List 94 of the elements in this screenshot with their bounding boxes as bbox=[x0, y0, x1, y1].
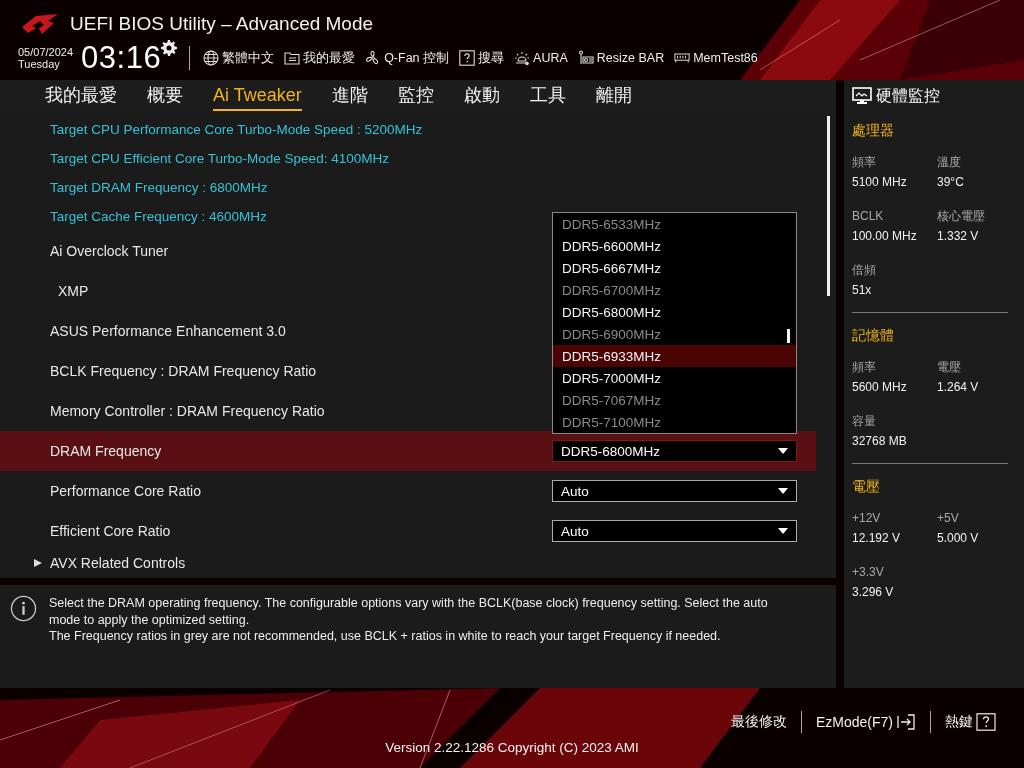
menu-tab[interactable]: 啟動 bbox=[463, 81, 500, 111]
menu-tab[interactable]: 進階 bbox=[331, 81, 368, 111]
stat-label: +3.3V bbox=[852, 564, 885, 580]
footer-button[interactable]: EzMode(F7) bbox=[801, 713, 930, 731]
caret-icon bbox=[778, 528, 788, 534]
scrollbar-thumb[interactable] bbox=[787, 329, 790, 343]
help-icon bbox=[976, 713, 996, 731]
stat-label: 電壓 bbox=[937, 359, 962, 375]
setting-label: Memory Controller : DRAM Frequency Ratio bbox=[50, 403, 326, 419]
panel-title: 硬體監控 bbox=[876, 85, 940, 106]
date-text: 05/07/2024 bbox=[18, 46, 74, 58]
toolbar-button[interactable]: 繁體中文 bbox=[198, 49, 280, 67]
select-field[interactable]: DDR5-6800MHz bbox=[552, 440, 797, 462]
stat-label: 容量 bbox=[852, 413, 877, 429]
select-field[interactable]: Auto bbox=[552, 520, 797, 542]
stat-label: 頻率 bbox=[852, 154, 877, 170]
stat-value: 5100 MHz bbox=[852, 174, 908, 190]
stat-value: 51x bbox=[852, 282, 873, 298]
setting-label: DRAM Frequency bbox=[50, 443, 163, 459]
globe-icon bbox=[203, 50, 220, 66]
weekday-text: Tuesday bbox=[18, 58, 61, 70]
version-text: Version 2.22.1286 Copyright (C) 2023 AMI bbox=[385, 740, 639, 755]
expand-icon bbox=[34, 559, 42, 567]
selected-row[interactable]: DRAM Frequency DDR5-6800MHz bbox=[0, 431, 816, 471]
select-field[interactable]: Auto bbox=[552, 480, 797, 502]
info-text: Target DRAM Frequency : 6800MHz bbox=[50, 180, 269, 195]
stat-value: 3.296 V bbox=[852, 584, 895, 600]
setting-label: BCLK Frequency : DRAM Frequency Ratio bbox=[50, 363, 318, 379]
menu-tab[interactable]: 離開 bbox=[595, 81, 632, 111]
dropdown-option[interactable]: DDR5-6933MHz bbox=[553, 345, 796, 367]
menu-tab[interactable]: 我的最愛 bbox=[45, 81, 117, 111]
stat-value: 39°C bbox=[937, 174, 965, 190]
stat-value: 12.192 V bbox=[852, 530, 902, 546]
stat-label: +12V bbox=[852, 510, 882, 526]
toolbar-button[interactable]: Resize BAR bbox=[572, 50, 670, 66]
dropdown-option[interactable]: DDR5-6800MHz bbox=[553, 301, 796, 323]
menu-tab[interactable]: 概要 bbox=[147, 81, 183, 111]
stat-value: 1.264 V bbox=[937, 379, 980, 395]
card-icon bbox=[577, 50, 594, 66]
monitor-icon bbox=[852, 87, 872, 105]
dropdown-option[interactable]: DDR5-6667MHz bbox=[553, 257, 796, 279]
setting-label: ASUS Performance Enhancement 3.0 bbox=[50, 323, 287, 339]
menu-tab[interactable]: 監控 bbox=[397, 81, 434, 111]
setting-label: XMP bbox=[57, 283, 90, 299]
setting-label: Performance Core Ratio bbox=[50, 483, 202, 499]
stat-value: 1.332 V bbox=[937, 228, 980, 244]
dropdown-option[interactable]: DDR5-7100MHz bbox=[553, 411, 796, 433]
stat-label: 頻率 bbox=[852, 359, 877, 375]
toolbar-button[interactable]: AURA bbox=[509, 50, 573, 66]
toolbar-button[interactable]: Q-Fan 控制 bbox=[360, 49, 455, 67]
info-icon bbox=[10, 595, 37, 622]
stat-label: 核心電壓 bbox=[937, 208, 986, 224]
stat-label: 倍頻 bbox=[852, 262, 877, 278]
dropdown-option[interactable]: DDR5-7000MHz bbox=[553, 367, 796, 389]
stat-label: BCLK bbox=[852, 208, 885, 224]
footer-button[interactable]: 熱鍵 bbox=[931, 713, 1010, 731]
settings-icon[interactable] bbox=[161, 40, 178, 56]
lamp-icon bbox=[514, 50, 531, 66]
exit-icon bbox=[896, 713, 916, 731]
info-text: Target Cache Frequency : 4600MHz bbox=[50, 209, 268, 224]
stat-label: +5V bbox=[937, 510, 960, 526]
toolbar-button[interactable]: MemTest86 bbox=[669, 50, 763, 66]
dropdown-option[interactable]: DDR5-6900MHz bbox=[553, 323, 796, 345]
dropdown-option[interactable]: DDR5-6700MHz bbox=[553, 279, 796, 301]
stat-value: 32768 MB bbox=[852, 433, 908, 449]
setting-label: Efficient Core Ratio bbox=[50, 523, 172, 539]
logo-icon bbox=[20, 13, 60, 35]
help-text: Select the DRAM operating frequency. The configurable options vary with the BCLK(base clock) frequency setting. Select the auto mode to apply the optimized setting. bbox=[49, 595, 769, 628]
footer-button[interactable]: 最後修改 bbox=[716, 713, 801, 731]
section-title: 記憶體 bbox=[852, 327, 895, 345]
dropdown-option[interactable]: DDR5-6533MHz bbox=[553, 213, 796, 235]
help-text: The Frequency ratios in grey are not recommended, use BCLK + ratios in white to reach your target Frequency if needed. bbox=[49, 628, 722, 645]
stat-value: 5600 MHz bbox=[852, 379, 908, 395]
clock-time: 03:16 bbox=[81, 40, 162, 76]
toolbar-button[interactable]: 我的最愛 bbox=[279, 49, 361, 67]
caret-icon bbox=[778, 488, 788, 494]
submenu-link[interactable]: AVX Related Controls bbox=[50, 555, 186, 571]
help-icon bbox=[459, 50, 476, 66]
dropdown-option[interactable]: DDR5-6600MHz bbox=[553, 235, 796, 257]
section-title: 電壓 bbox=[852, 478, 881, 496]
info-text: Target CPU Performance Core Turbo-Mode Speed : 5200MHz bbox=[50, 122, 424, 137]
menu-tab[interactable]: 工具 bbox=[529, 81, 566, 111]
scrollbar-thumb[interactable] bbox=[827, 116, 830, 296]
stat-label: 溫度 bbox=[937, 154, 962, 170]
toolbar-button[interactable]: 搜尋 bbox=[454, 49, 510, 67]
section-title: 處理器 bbox=[852, 122, 895, 140]
info-text: Target CPU Efficient Core Turbo-Mode Speed: 4100MHz bbox=[50, 151, 390, 166]
window-title: UEFI BIOS Utility – Advanced Mode bbox=[70, 13, 374, 35]
setting-label: Ai Overclock Tuner bbox=[50, 243, 170, 259]
stat-value: 100.00 MHz bbox=[852, 228, 918, 244]
list-icon bbox=[284, 50, 301, 66]
caret-icon bbox=[778, 448, 788, 454]
stat-value: 5.000 V bbox=[937, 530, 980, 546]
dropdown-option[interactable]: DDR5-7067MHz bbox=[553, 389, 796, 411]
